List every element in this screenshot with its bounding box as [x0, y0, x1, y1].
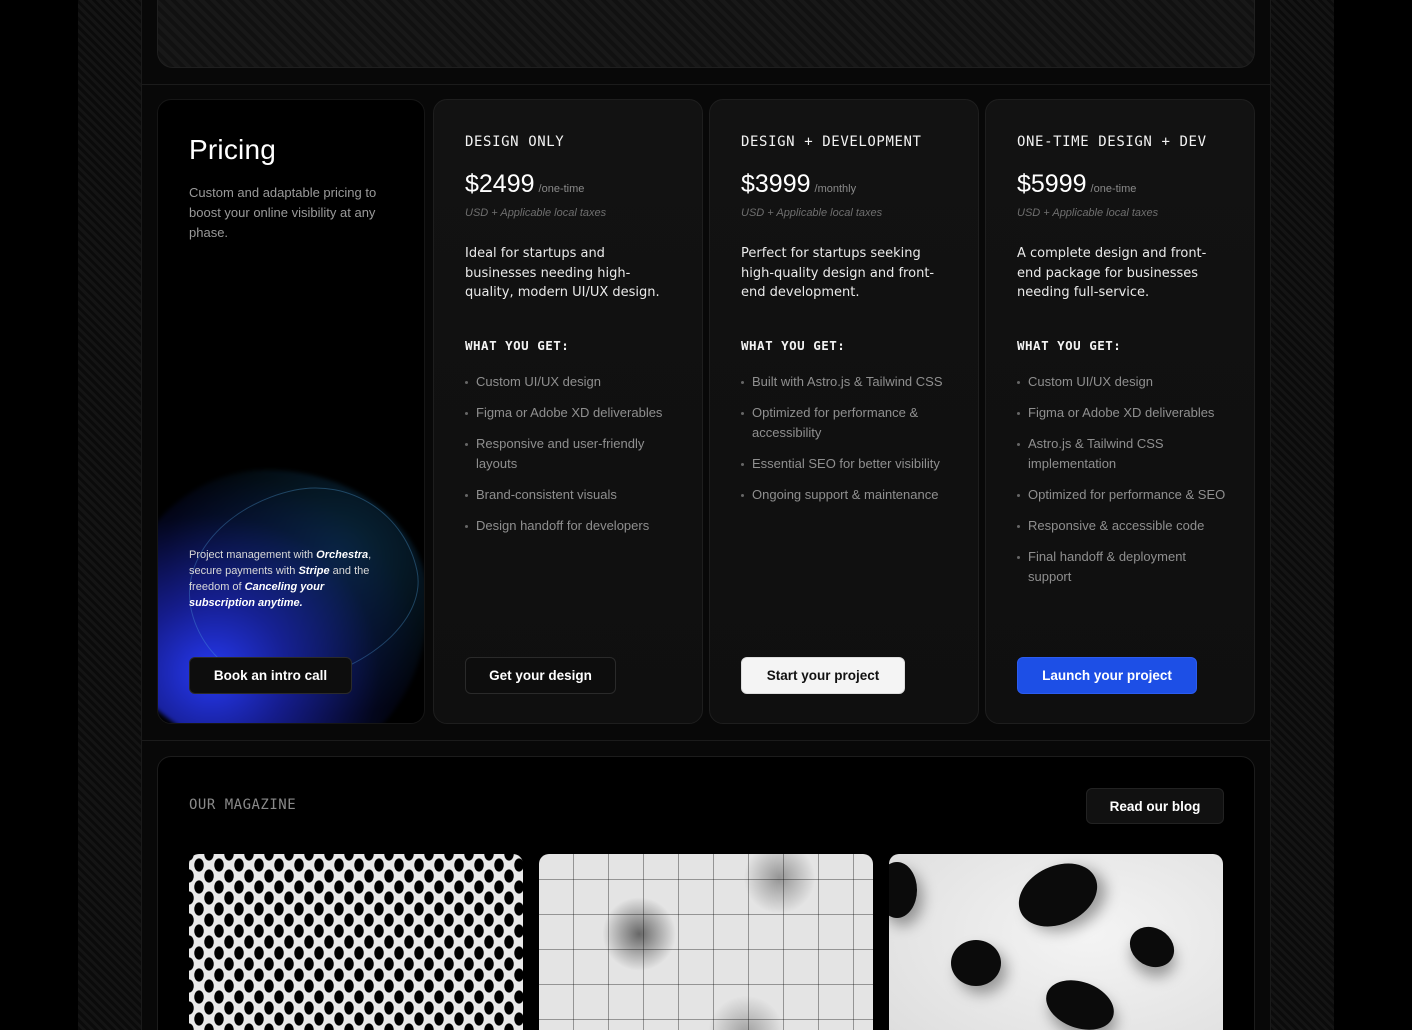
- features-label: WHAT YOU GET:: [465, 338, 570, 353]
- price-row: $5999 /one-time: [1017, 170, 1136, 199]
- top-banner-panel: [157, 0, 1255, 68]
- note-brand-orchestra: Orchestra: [316, 549, 369, 561]
- feature-item: Astro.js & Tailwind CSS implementation: [1017, 434, 1232, 474]
- tax-note: USD + Applicable local taxes: [465, 207, 607, 219]
- plan-name: DESIGN ONLY: [465, 134, 565, 150]
- book-intro-call-button[interactable]: Book an intro call: [189, 657, 352, 694]
- left-hatch-decoration: [78, 0, 142, 1030]
- plan-period: /monthly: [814, 183, 857, 195]
- note-brand-stripe: Stripe: [298, 565, 330, 577]
- plan-price: $5999: [1017, 170, 1087, 198]
- plan-card-design-development: DESIGN + DEVELOPMENT $3999 /monthly USD …: [709, 99, 979, 724]
- plan-period: /one-time: [1090, 183, 1137, 195]
- get-your-design-button[interactable]: Get your design: [465, 657, 616, 694]
- feature-item: Optimized for performance & accessibilit…: [741, 403, 956, 443]
- plan-period: /one-time: [538, 183, 585, 195]
- feature-item: Figma or Adobe XD deliverables: [465, 403, 680, 423]
- plan-price: $2499: [465, 170, 535, 198]
- page-title: Pricing: [189, 134, 276, 165]
- blog-thumbnail-grid[interactable]: [539, 854, 873, 1030]
- feature-item: Custom UI/UX design: [1017, 372, 1232, 392]
- plan-name: ONE-TIME DESIGN + DEV: [1017, 134, 1207, 150]
- spot-shape: [951, 940, 1001, 986]
- price-row: $3999 /monthly: [741, 170, 856, 199]
- blog-thumbnail-spots[interactable]: [889, 854, 1223, 1030]
- blog-thumbnail-dots[interactable]: [189, 854, 523, 1030]
- pricing-description: Custom and adaptable pricing to boost yo…: [189, 185, 377, 240]
- feature-item: Figma or Adobe XD deliverables: [1017, 403, 1232, 423]
- feature-item: Brand-consistent visuals: [465, 485, 680, 505]
- feature-item: Final handoff & deployment support: [1017, 547, 1232, 587]
- feature-item: Custom UI/UX design: [465, 372, 680, 392]
- frame-line: [1270, 0, 1271, 1030]
- row-divider: [142, 740, 1270, 741]
- feature-item: Essential SEO for better visibility: [741, 454, 956, 474]
- read-our-blog-button[interactable]: Read our blog: [1086, 788, 1224, 824]
- plan-price: $3999: [741, 170, 811, 198]
- plan-description: Ideal for startups and businesses needin…: [465, 246, 660, 300]
- spot-shape: [1039, 971, 1121, 1030]
- spot-shape: [1122, 919, 1182, 975]
- feature-item: Responsive & accessible code: [1017, 516, 1232, 536]
- price-row: $2499 /one-time: [465, 170, 584, 199]
- magazine-label: OUR MAGAZINE: [189, 797, 297, 813]
- launch-your-project-button[interactable]: Launch your project: [1017, 657, 1197, 694]
- feature-list: Built with Astro.js & Tailwind CSS Optim…: [741, 372, 956, 516]
- tax-note: USD + Applicable local taxes: [741, 207, 883, 219]
- right-hatch-decoration: [1270, 0, 1334, 1030]
- plan-description: A complete design and front-end package …: [1017, 246, 1207, 300]
- spot-shape: [1008, 854, 1108, 939]
- feature-item: Built with Astro.js & Tailwind CSS: [741, 372, 956, 392]
- feature-item: Design handoff for developers: [465, 516, 680, 536]
- feature-list: Custom UI/UX design Figma or Adobe XD de…: [1017, 372, 1232, 598]
- plan-name: DESIGN + DEVELOPMENT: [741, 134, 922, 150]
- pricing-intro-card: Pricing Custom and adaptable pricing to …: [157, 99, 425, 724]
- feature-item: Optimized for performance & SEO: [1017, 485, 1232, 505]
- intro-note: Project management with Orchestra, secur…: [189, 547, 389, 611]
- plan-card-design-only: DESIGN ONLY $2499 /one-time USD + Applic…: [433, 99, 703, 724]
- note-text: Project management with: [189, 549, 317, 561]
- features-label: WHAT YOU GET:: [741, 338, 846, 353]
- tax-note: USD + Applicable local taxes: [1017, 207, 1159, 219]
- plan-card-one-time-design-dev: ONE-TIME DESIGN + DEV $5999 /one-time US…: [985, 99, 1255, 724]
- features-label: WHAT YOU GET:: [1017, 338, 1122, 353]
- feature-item: Responsive and user-friendly layouts: [465, 434, 680, 474]
- magazine-section: OUR MAGAZINE Read our blog: [157, 756, 1255, 1030]
- spot-shape: [889, 862, 917, 918]
- feature-item: Ongoing support & maintenance: [741, 485, 956, 505]
- plan-description: Perfect for startups seeking high-qualit…: [741, 246, 935, 300]
- feature-list: Custom UI/UX design Figma or Adobe XD de…: [465, 372, 680, 547]
- frame-line: [141, 0, 142, 1030]
- row-divider: [142, 84, 1270, 85]
- start-your-project-button[interactable]: Start your project: [741, 657, 905, 694]
